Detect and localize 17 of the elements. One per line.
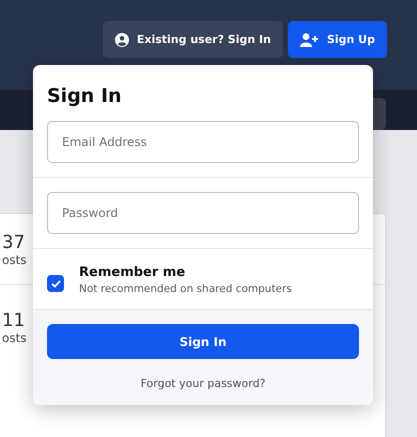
email-field[interactable]: Email Address: [47, 121, 359, 163]
sign-up-button[interactable]: Sign Up: [288, 21, 387, 58]
post-count-label: osts: [2, 331, 27, 345]
post-count: 37: [2, 232, 25, 252]
check-icon: [50, 280, 60, 288]
user-circle-icon: [114, 32, 129, 46]
sign-in-submit-button[interactable]: Sign In: [47, 324, 359, 359]
remember-checkbox[interactable]: [47, 275, 64, 292]
popup-title: Sign In: [46, 84, 123, 109]
post-count: 11: [2, 310, 25, 331]
add-user-icon: [300, 32, 319, 46]
post-count-label: osts: [2, 252, 27, 266]
remember-hint: Not recommended on shared computers: [79, 283, 292, 295]
forgot-password-link[interactable]: Forgot your password?: [140, 377, 266, 390]
password-field[interactable]: Password: [47, 192, 359, 234]
remember-label: Remember me: [79, 265, 186, 280]
sign-in-button[interactable]: Existing user? Sign In: [102, 21, 283, 58]
